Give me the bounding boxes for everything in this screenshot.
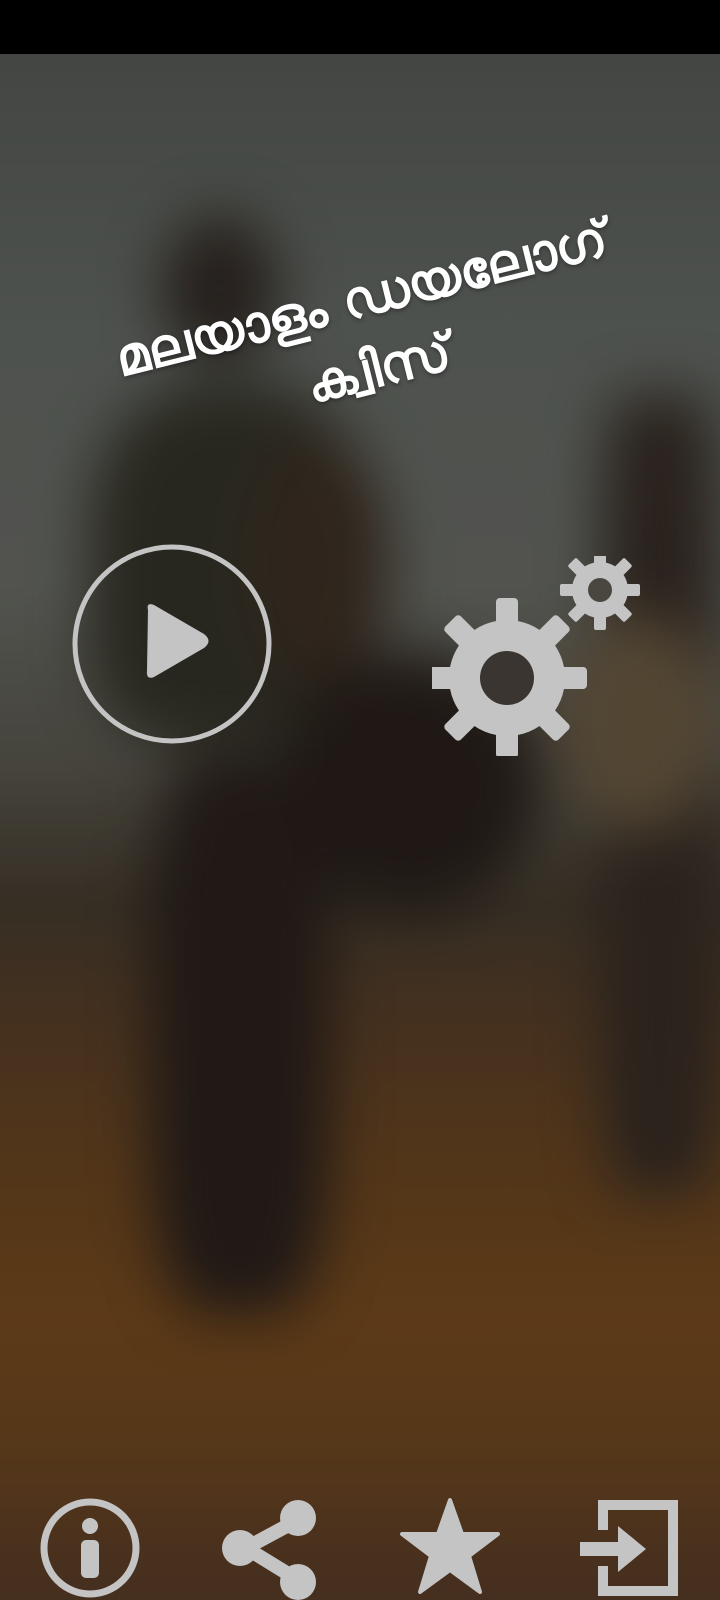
share-icon xyxy=(222,1500,316,1600)
info-icon xyxy=(40,1498,140,1598)
settings-button[interactable] xyxy=(427,550,642,758)
info-button[interactable] xyxy=(38,1496,142,1600)
app-screen: മലയാളം ഡയലോഗ് ക്വിസ് xyxy=(0,0,720,1600)
play-button[interactable] xyxy=(72,544,272,744)
share-button[interactable] xyxy=(218,1496,322,1600)
bottom-toolbar xyxy=(0,1496,720,1600)
star-icon xyxy=(400,1498,500,1594)
exit-button[interactable] xyxy=(578,1496,682,1600)
exit-icon xyxy=(580,1500,678,1596)
status-bar xyxy=(0,0,720,54)
gears-icon xyxy=(427,550,640,758)
play-circle-icon xyxy=(72,544,272,744)
rate-button[interactable] xyxy=(398,1496,502,1600)
